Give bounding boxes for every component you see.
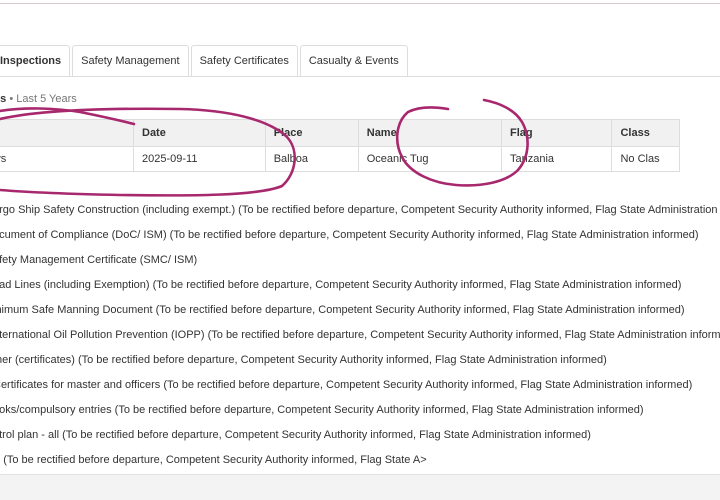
section-heading: es • Last 5 Years — [0, 93, 77, 105]
tab-casualty-events[interactable]: Casualty & Events — [299, 45, 408, 76]
list-item: P (To be rectified before departure, Com… — [0, 454, 427, 466]
list-item: argo Ship Safety Construction (including… — [0, 204, 720, 216]
inspection-panel: Inspections Safety Management Safety Cer… — [0, 0, 720, 475]
tab-inspections[interactable]: Inspections — [0, 45, 71, 76]
cell-flag: Tanzania — [501, 146, 613, 172]
tab-bar: Inspections Safety Management Safety Cer… — [0, 45, 410, 76]
section-period: Last 5 Years — [16, 93, 77, 105]
list-item: ooks/compulsory entries (To be rectified… — [0, 404, 644, 416]
list-item: afety Management Certificate (SMC/ ISM) — [0, 254, 198, 266]
column-header-place[interactable]: Place — [264, 119, 359, 147]
cell-class: No Clas — [611, 146, 680, 172]
table-row[interactable]: of Days 2025-09-11 Balboa Oceanic Tug Ta… — [0, 146, 680, 172]
list-item: Certificates for master and officers (To… — [0, 379, 693, 391]
cell-date: 2025-09-11 — [133, 146, 266, 172]
cell-name: Oceanic Tug — [357, 146, 503, 172]
cell-place: Balboa — [264, 146, 359, 172]
top-border — [0, 3, 720, 4]
list-item: inimum Safe Manning Document (To be rect… — [0, 304, 685, 316]
tab-safety-management[interactable]: Safety Management — [72, 45, 189, 76]
cell-detention: of Days — [0, 146, 134, 172]
column-header[interactable] — [0, 119, 134, 147]
tab-divider — [0, 76, 720, 77]
tab-safety-certificates[interactable]: Safety Certificates — [190, 45, 298, 76]
column-header-name[interactable]: Name — [357, 119, 503, 147]
list-item: nternational Oil Pollution Prevention (I… — [0, 329, 720, 341]
column-header-date[interactable]: Date — [133, 119, 266, 147]
inspections-table: Date Place Name Flag Class of Days 2025-… — [0, 119, 680, 172]
column-header-flag[interactable]: Flag — [501, 119, 613, 147]
list-item: ther (certificates) (To be rectified bef… — [0, 354, 607, 366]
list-item: oad Lines (including Exemption) (To be r… — [0, 279, 682, 291]
section-title: es — [0, 93, 7, 105]
section-separator: • — [9, 93, 14, 105]
deficiency-list: argo Ship Safety Construction (including… — [0, 198, 720, 473]
table-header-row: Date Place Name Flag Class — [0, 119, 680, 147]
list-item: ocument of Compliance (DoC/ ISM) (To be … — [0, 229, 699, 241]
list-item: ntrol plan - all (To be rectified before… — [0, 429, 591, 441]
column-header-class[interactable]: Class — [611, 119, 680, 147]
